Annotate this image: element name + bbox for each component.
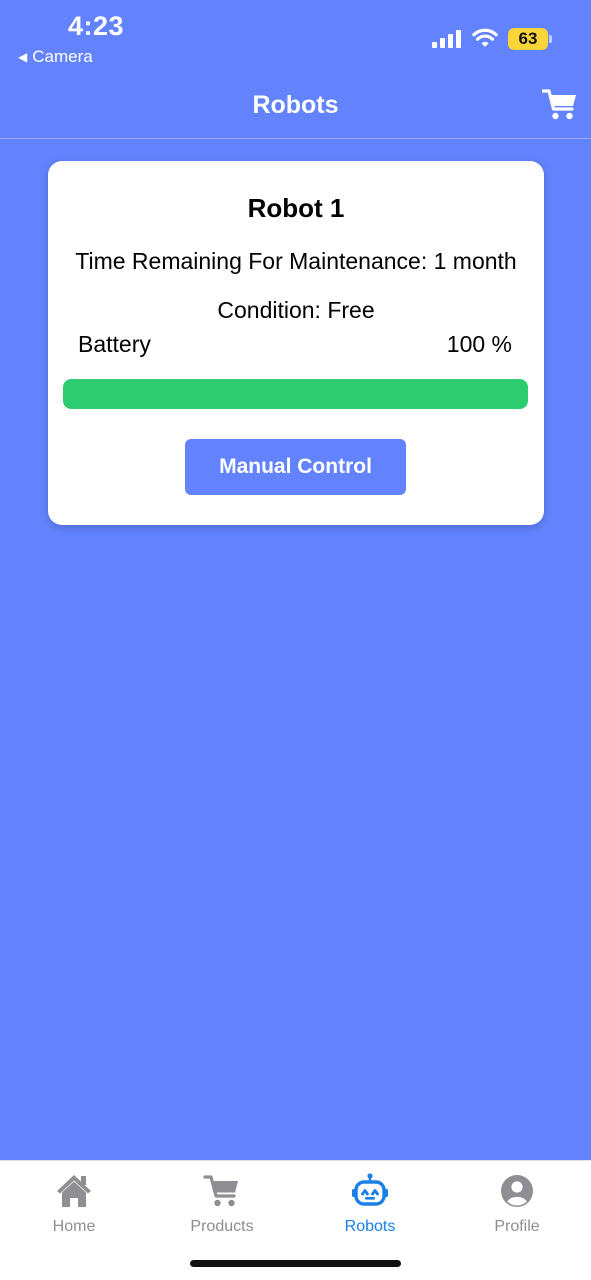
home-indicator xyxy=(190,1260,401,1267)
user-circle-icon xyxy=(501,1175,533,1207)
tab-home-label: Home xyxy=(52,1218,96,1235)
cellular-signal-icon xyxy=(432,30,461,48)
battery-indicator: 63 xyxy=(508,28,552,50)
robot-name: Robot 1 xyxy=(247,193,345,223)
status-time: 4:23 xyxy=(68,11,125,41)
wifi-icon xyxy=(472,28,498,47)
robot-card: Robot 1 Time Remaining For Maintenance: … xyxy=(48,161,544,525)
back-to-app-link[interactable]: ◀ Camera xyxy=(18,47,93,67)
cart-icon xyxy=(203,1175,238,1207)
nav-header: Robots xyxy=(0,80,591,139)
status-bar: 4:23 ◀ Camera 63 xyxy=(0,0,591,80)
tab-home[interactable]: Home xyxy=(0,1161,148,1245)
battery-value: 100 % xyxy=(446,331,512,357)
battery-level-text: 63 xyxy=(508,28,548,50)
tab-robots[interactable]: Robots xyxy=(296,1161,444,1245)
tab-products[interactable]: Products xyxy=(148,1161,296,1245)
battery-progress-fill xyxy=(63,379,528,409)
tab-products-label: Products xyxy=(190,1218,254,1235)
home-icon xyxy=(57,1175,91,1207)
manual-control-button[interactable]: Manual Control xyxy=(185,439,406,495)
battery-label: Battery xyxy=(78,331,151,357)
condition-text: Condition: Free xyxy=(217,297,375,323)
tab-robots-label: Robots xyxy=(344,1218,396,1235)
cart-button[interactable] xyxy=(541,88,578,122)
tab-profile[interactable]: Profile xyxy=(443,1161,591,1245)
robot-icon xyxy=(352,1173,388,1206)
battery-nub xyxy=(549,35,552,43)
back-caret-icon: ◀ xyxy=(18,50,28,64)
cart-icon xyxy=(541,89,576,120)
page-title: Robots xyxy=(252,91,339,119)
tab-profile-label: Profile xyxy=(494,1218,540,1235)
back-app-label: Camera xyxy=(32,47,93,66)
battery-progress-bar xyxy=(63,379,528,409)
maintenance-text: Time Remaining For Maintenance: 1 month xyxy=(75,248,517,274)
